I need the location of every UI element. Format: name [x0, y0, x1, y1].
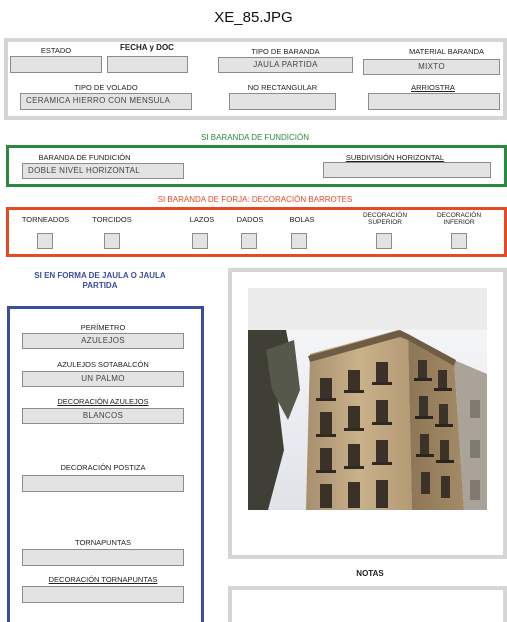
tipo-baranda-label: TIPO DE BARANDA	[251, 47, 320, 56]
torcidos-label: TORCIDOS	[92, 215, 132, 224]
estado-label: ESTADO	[40, 46, 72, 55]
baranda-fundicion-field[interactable]: DOBLE NIVEL HORIZONTAL	[22, 163, 184, 179]
bolas-checkbox[interactable]	[291, 233, 307, 249]
decoracion-inferior-checkbox[interactable]	[451, 233, 467, 249]
fecha-label: FECHA y DOC	[120, 43, 174, 52]
notas-label: NOTAS	[356, 569, 384, 578]
lazos-checkbox[interactable]	[192, 233, 208, 249]
bolas-label: BOLAS	[289, 215, 315, 224]
decoracion-superior-checkbox[interactable]	[376, 233, 392, 249]
lazos-label: LAZOS	[189, 215, 215, 224]
subdivision-horizontal-field[interactable]	[323, 162, 491, 178]
no-rectangular-label: NO RECTANGULAR	[247, 83, 318, 92]
material-baranda-label: MATERIAL BARANDA	[408, 47, 484, 56]
decoracion-inferior-label: DECORACIÓN INFERIOR	[436, 212, 482, 226]
subdivision-horizontal-label: SUBDIVISIÓN HORIZONTAL	[345, 153, 445, 162]
torneados-checkbox[interactable]	[37, 233, 53, 249]
dados-label: DADOS	[236, 215, 264, 224]
tipo-volado-field[interactable]: CERAMICA HIERRO CON MENSULA	[20, 93, 192, 110]
estado-field[interactable]	[10, 56, 102, 73]
fecha-field[interactable]	[107, 56, 188, 73]
tornapuntas-label: TORNAPUNTAS	[75, 538, 131, 547]
perimetro-label: PERÍMETRO	[80, 323, 126, 332]
dados-checkbox[interactable]	[241, 233, 257, 249]
tipo-baranda-field[interactable]: JAULA PARTIDA	[218, 57, 353, 73]
tipo-volado-label: TIPO DE VOLADO	[74, 83, 138, 92]
decoracion-postiza-field[interactable]	[22, 475, 184, 492]
azulejos-sotabalcon-label: AZULEJOS SOTABALCÓN	[57, 360, 149, 369]
building-photo	[248, 330, 487, 510]
decoracion-superior-label: DECORACIÓN SUPERIOR	[362, 212, 408, 226]
notas-field[interactable]	[228, 586, 507, 622]
forja-heading: SI BARANDA DE FORJA: DECORACIÓN BARROTES	[157, 195, 353, 204]
material-baranda-field[interactable]: MIXTO	[363, 59, 500, 75]
decoracion-postiza-label: DECORACIÓN POSTIZA	[60, 463, 146, 472]
tornapuntas-field[interactable]	[22, 549, 184, 566]
no-rectangular-field[interactable]	[229, 93, 336, 110]
arriostra-label: ARRIOSTRA	[411, 83, 455, 92]
decoracion-tornapuntas-label: DECORACIÓN TORNAPUNTAS	[48, 575, 158, 584]
decoracion-azulejos-field[interactable]: BLANCOS	[22, 408, 184, 424]
document-title: XE_85.JPG	[214, 9, 293, 26]
fundicion-heading: SI BARANDA DE FUNDICIÓN	[200, 133, 309, 142]
decoracion-tornapuntas-field[interactable]	[22, 586, 184, 603]
torcidos-checkbox[interactable]	[104, 233, 120, 249]
arriostra-field[interactable]	[368, 93, 500, 110]
perimetro-field[interactable]: AZULEJOS	[22, 333, 184, 349]
torneados-label: TORNEADOS	[21, 215, 70, 224]
decoracion-azulejos-label: DECORACIÓN AZULEJOS	[57, 397, 149, 406]
baranda-fundicion-label: BARANDA DE FUNDICIÓN	[38, 153, 131, 162]
azulejos-sotabalcon-field[interactable]: UN PALMO	[22, 371, 184, 387]
jaula-heading: SI EN FORMA DE JAULA O JAULA PARTIDA	[34, 271, 166, 290]
